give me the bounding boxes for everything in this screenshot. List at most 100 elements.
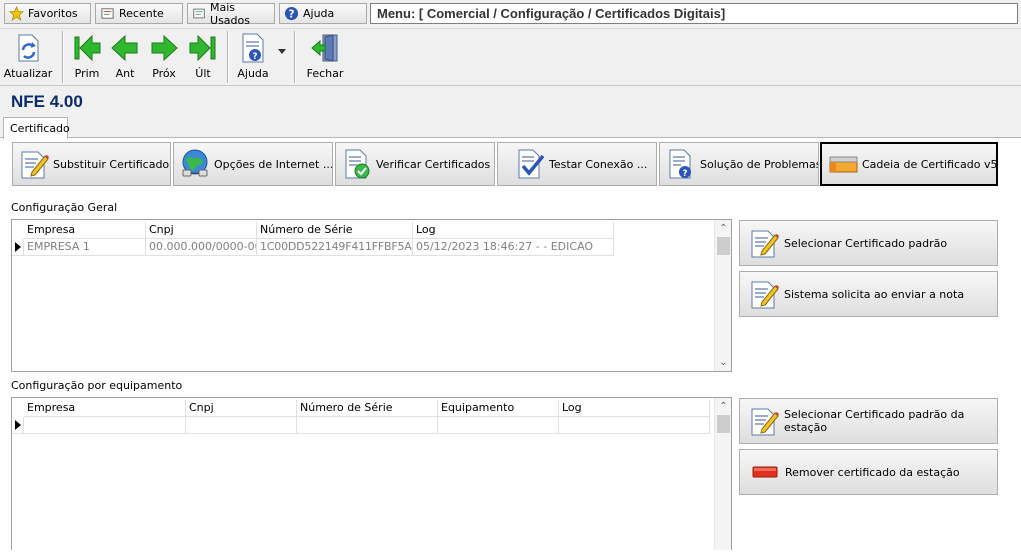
sistema-solicita-button[interactable]: Sistema solicita ao enviar a nota (739, 271, 998, 317)
help-icon: ? (284, 6, 299, 20)
first-record-icon (74, 34, 101, 62)
edit-document-icon (21, 151, 49, 179)
scroll-up-icon[interactable]: ⌃ (715, 398, 732, 415)
current-row-indicator (12, 417, 24, 434)
toolbar: Atualizar Prim Ant Próx Últ ? Ajuda Fech… (0, 28, 1021, 86)
verificar-certificados-label: Verificar Certificados ... (376, 157, 495, 171)
cell-empresa[interactable] (24, 417, 186, 434)
recente-label: Recente (119, 7, 164, 20)
tab-certificado[interactable]: Certificado (3, 117, 70, 139)
verificar-certificados-button[interactable]: Verificar Certificados ... (335, 142, 495, 186)
solucao-problemas-label: Solução de Problemas ... (700, 157, 819, 171)
next-record-icon (151, 34, 178, 62)
column-header-cnpj[interactable]: Cnpj (146, 222, 257, 239)
vertical-scrollbar[interactable]: ⌃ (714, 398, 731, 550)
fechar-label: Fechar (306, 67, 344, 80)
mais-usados-label: Mais Usados (210, 0, 250, 27)
remover-certificado-estacao-label: Remover certificado da estação (785, 465, 960, 479)
selecionar-certificado-estacao-button[interactable]: Selecionar Certificado padrão da estação (739, 398, 998, 444)
vertical-scrollbar[interactable]: ⌃ ⌄ (714, 220, 731, 371)
favoritos-label: Favoritos (28, 7, 78, 20)
tab-strip: Certificado (0, 116, 1021, 139)
svg-text:?: ? (682, 169, 687, 179)
grid-header: Empresa Cnpj Número de Série Equipamento… (12, 400, 710, 417)
atualizar-label: Atualizar (3, 67, 53, 80)
exit-door-icon (311, 34, 338, 62)
edit-document-icon (751, 230, 779, 258)
column-header-log[interactable]: Log (413, 222, 614, 239)
configuracao-geral-grid[interactable]: Empresa Cnpj Número de Série Log EMPRESA… (11, 219, 732, 372)
troubleshoot-document-icon: ? (669, 149, 691, 179)
column-header-log[interactable]: Log (559, 400, 710, 417)
atualizar-button[interactable]: Atualizar (3, 32, 53, 84)
svg-text:?: ? (289, 8, 295, 20)
edit-document-icon (751, 408, 779, 436)
scroll-thumb[interactable] (717, 237, 730, 255)
column-header-empresa[interactable]: Empresa (24, 222, 146, 239)
selecionar-certificado-padrao-button[interactable]: Selecionar Certificado padrão (739, 220, 998, 266)
ult-button[interactable]: Últ (187, 32, 219, 84)
fechar-button[interactable]: Fechar (303, 32, 347, 84)
substituir-certificado-button[interactable]: Substituir Certificado ... (12, 142, 171, 186)
certificate-chain-icon (829, 156, 858, 173)
test-connection-icon (518, 149, 545, 179)
opcoes-internet-button[interactable]: Opções de Internet ... (173, 142, 333, 186)
remover-certificado-estacao-button[interactable]: Remover certificado da estação (739, 449, 998, 495)
ajuda-dropdown-button[interactable] (276, 47, 288, 61)
verify-document-icon (345, 149, 370, 179)
cell-empresa[interactable]: EMPRESA 1 (24, 239, 146, 256)
svg-text:?: ? (252, 52, 257, 62)
cadeia-certificado-button[interactable]: Cadeia de Certificado v5 ... (820, 142, 998, 186)
configuracao-equipamento-label: Configuração por equipamento (11, 379, 183, 392)
star-icon (9, 6, 24, 21)
cell-numero-serie[interactable]: 1C00DD522149F411FFBF5AB1C (257, 239, 413, 256)
help-document-icon: ? (242, 33, 264, 63)
cell-equipamento[interactable] (438, 417, 559, 434)
column-header-cnpj[interactable]: Cnpj (186, 400, 297, 417)
scroll-up-icon[interactable]: ⌃ (715, 220, 732, 237)
dropdown-arrow-icon (278, 49, 286, 54)
toolbar-separator (294, 31, 296, 83)
cell-cnpj[interactable] (186, 417, 297, 434)
prim-button[interactable]: Prim (70, 32, 104, 84)
scroll-down-icon[interactable]: ⌄ (715, 354, 732, 371)
cell-numero-serie[interactable] (297, 417, 438, 434)
top-bar: Favoritos Recente Mais Usados ? Ajuda Me… (0, 0, 1021, 28)
mais-usados-button[interactable]: Mais Usados (187, 0, 275, 27)
favoritos-button[interactable]: Favoritos (4, 3, 91, 24)
testar-conexao-button[interactable]: Testar Conexão ... (497, 142, 657, 186)
column-header-numero-serie[interactable]: Número de Série (297, 400, 438, 417)
most-used-icon (193, 8, 205, 19)
toolbar-separator (62, 31, 64, 83)
table-row[interactable] (12, 417, 710, 434)
configuracao-geral-label: Configuração Geral (11, 201, 118, 214)
edit-document-icon (751, 281, 779, 309)
cell-log[interactable] (559, 417, 710, 434)
substituir-certificado-label: Substituir Certificado ... (53, 157, 171, 171)
cadeia-certificado-label: Cadeia de Certificado v5 ... (862, 157, 998, 171)
ajuda-top-button[interactable]: ? Ajuda (279, 3, 367, 24)
solucao-problemas-button[interactable]: ? Solução de Problemas ... (659, 142, 819, 186)
previous-record-icon (111, 34, 138, 62)
prox-button[interactable]: Próx (148, 32, 180, 84)
grid-header: Empresa Cnpj Número de Série Log (12, 222, 614, 239)
table-row[interactable]: EMPRESA 1 00.000.000/0000-00 1C00DD52214… (12, 239, 614, 256)
configuracao-equipamento-grid[interactable]: Empresa Cnpj Número de Série Equipamento… (11, 397, 732, 550)
globe-network-icon (182, 149, 208, 177)
column-header-empresa[interactable]: Empresa (24, 400, 186, 417)
column-header-equipamento[interactable]: Equipamento (438, 400, 559, 417)
ant-button[interactable]: Ant (110, 32, 140, 84)
ajuda-label: Ajuda (237, 67, 269, 80)
menu-path: Menu: [ Comercial / Configuração / Certi… (370, 3, 1018, 24)
ult-label: Últ (195, 67, 211, 80)
cell-log[interactable]: 05/12/2023 18:46:27 - - EDICAO (413, 239, 614, 256)
scroll-thumb[interactable] (717, 415, 730, 433)
selecionar-certificado-padrao-label: Selecionar Certificado padrão (784, 236, 948, 250)
ajuda-top-label: Ajuda (303, 7, 335, 20)
column-header-numero-serie[interactable]: Número de Série (257, 222, 413, 239)
current-row-indicator (12, 239, 24, 256)
cell-cnpj[interactable]: 00.000.000/0000-00 (146, 239, 257, 256)
recente-button[interactable]: Recente (95, 3, 183, 24)
ajuda-button[interactable]: ? Ajuda (234, 32, 272, 84)
prox-label: Próx (152, 67, 176, 80)
